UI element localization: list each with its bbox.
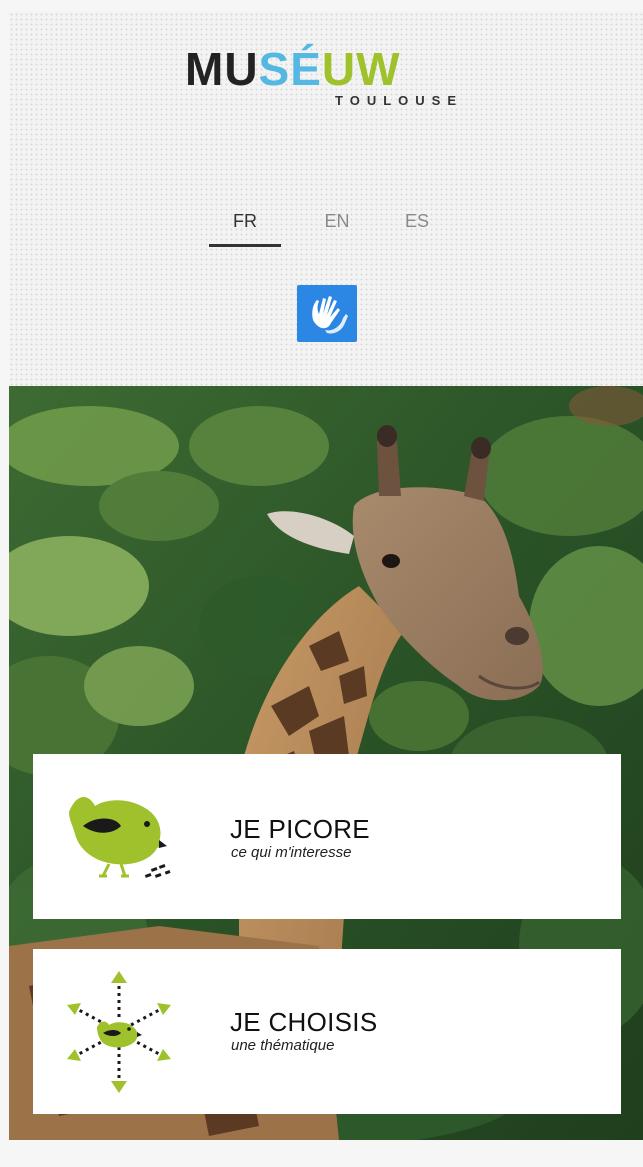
card-title: JE PICORE bbox=[230, 814, 370, 844]
lang-fr[interactable]: FR bbox=[209, 198, 281, 247]
card-subtitle: ce qui m'interesse bbox=[231, 844, 352, 861]
bird-arrows-icon bbox=[67, 971, 171, 1093]
header: MUSÉUW TOULOUSE FR EN ES bbox=[9, 12, 643, 386]
lang-es[interactable]: ES bbox=[381, 198, 453, 244]
lang-en[interactable]: EN bbox=[301, 198, 373, 244]
language-switcher: FR EN ES bbox=[209, 198, 449, 248]
logo-part-uw: UW bbox=[321, 43, 401, 95]
logo-part-se: SÉ bbox=[258, 43, 322, 95]
hero-image: JE PICORE ce qui m'interesse JE CHOISIS … bbox=[9, 386, 643, 1140]
sign-language-button[interactable] bbox=[297, 285, 357, 342]
card-title: JE CHOISIS bbox=[230, 1007, 378, 1037]
logo-wordmark: MUSÉUW bbox=[185, 44, 401, 94]
card-je-choisis[interactable]: JE CHOISIS une thématique bbox=[33, 949, 621, 1114]
card-je-picore[interactable]: JE PICORE ce qui m'interesse bbox=[33, 754, 621, 919]
logo-subtitle: TOULOUSE bbox=[335, 93, 463, 108]
logo-part-mu: MU bbox=[185, 43, 259, 95]
museum-logo[interactable]: MUSÉUW TOULOUSE bbox=[185, 26, 485, 116]
sign-language-icon bbox=[312, 296, 348, 334]
pecking-bird-icon bbox=[69, 796, 171, 878]
card-subtitle: une thématique bbox=[231, 1037, 335, 1054]
